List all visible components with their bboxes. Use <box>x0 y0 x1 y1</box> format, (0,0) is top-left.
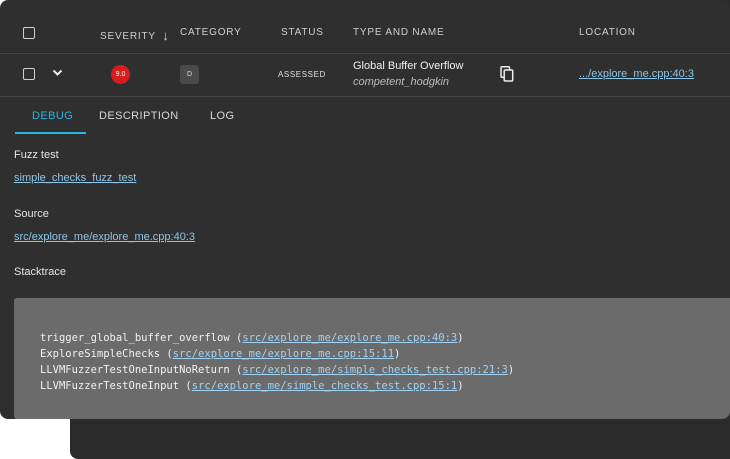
stack-frame-function: trigger_global_buffer_overflow <box>40 332 230 344</box>
stack-frame-function: ExploreSimpleChecks <box>40 348 161 360</box>
column-header-location[interactable]: LOCATION <box>579 27 636 38</box>
tab-log[interactable]: LOG <box>210 110 234 122</box>
column-header-status[interactable]: STATUS <box>281 27 324 38</box>
finding-panel: SEVERITY ↓ CATEGORY STATUS TYPE AND NAME… <box>0 0 730 419</box>
finding-name: competent_hodgkin <box>353 76 450 88</box>
column-header-severity[interactable]: SEVERITY ↓ <box>100 27 170 43</box>
source-link[interactable]: src/explore_me/explore_me.cpp:40:3 <box>14 231 195 243</box>
stack-frame-location-link[interactable]: src/explore_me/explore_me.cpp:15:11 <box>173 348 394 360</box>
header-divider <box>0 53 730 54</box>
row-checkbox[interactable] <box>23 68 35 80</box>
stack-frame: trigger_global_buffer_overflow (src/expl… <box>40 332 464 344</box>
column-header-type-and-name[interactable]: TYPE AND NAME <box>353 27 445 38</box>
tab-debug[interactable]: DEBUG <box>32 110 73 122</box>
category-badge: D <box>180 65 199 84</box>
stack-frame-location-link[interactable]: src/explore_me/explore_me.cpp:40:3 <box>242 332 457 344</box>
copy-icon[interactable] <box>500 66 514 82</box>
fuzz-test-link[interactable]: simple_checks_fuzz_test <box>14 172 136 184</box>
column-header-category[interactable]: CATEGORY <box>180 27 242 38</box>
row-divider <box>0 96 730 97</box>
column-header-severity-label: SEVERITY <box>100 31 156 42</box>
stack-frame: ExploreSimpleChecks (src/explore_me/expl… <box>40 348 401 360</box>
chevron-down-icon[interactable] <box>52 69 63 77</box>
stack-frame-function: LLVMFuzzerTestOneInputNoReturn <box>40 364 230 376</box>
stack-frame: LLVMFuzzerTestOneInput (src/explore_me/s… <box>40 380 464 392</box>
source-label: Source <box>14 208 49 220</box>
sort-down-arrow-icon[interactable]: ↓ <box>162 28 169 43</box>
stacktrace-label: Stacktrace <box>14 266 66 278</box>
select-all-checkbox[interactable] <box>23 27 35 39</box>
stack-frame-function: LLVMFuzzerTestOneInput <box>40 380 180 392</box>
stack-frame-location-link[interactable]: src/explore_me/simple_checks_test.cpp:21… <box>242 364 508 376</box>
stack-frame-location-link[interactable]: src/explore_me/simple_checks_test.cpp:15… <box>192 380 458 392</box>
severity-badge: 9.0 <box>111 65 130 84</box>
location-link[interactable]: .../explore_me.cpp:40:3 <box>579 68 694 80</box>
active-tab-indicator <box>15 132 86 134</box>
fuzz-test-label: Fuzz test <box>14 149 59 161</box>
status-label: ASSESSED <box>278 70 326 79</box>
finding-type: Global Buffer Overflow <box>353 60 464 72</box>
tab-description[interactable]: DESCRIPTION <box>99 110 179 122</box>
stack-frame: LLVMFuzzerTestOneInputNoReturn (src/expl… <box>40 364 515 376</box>
